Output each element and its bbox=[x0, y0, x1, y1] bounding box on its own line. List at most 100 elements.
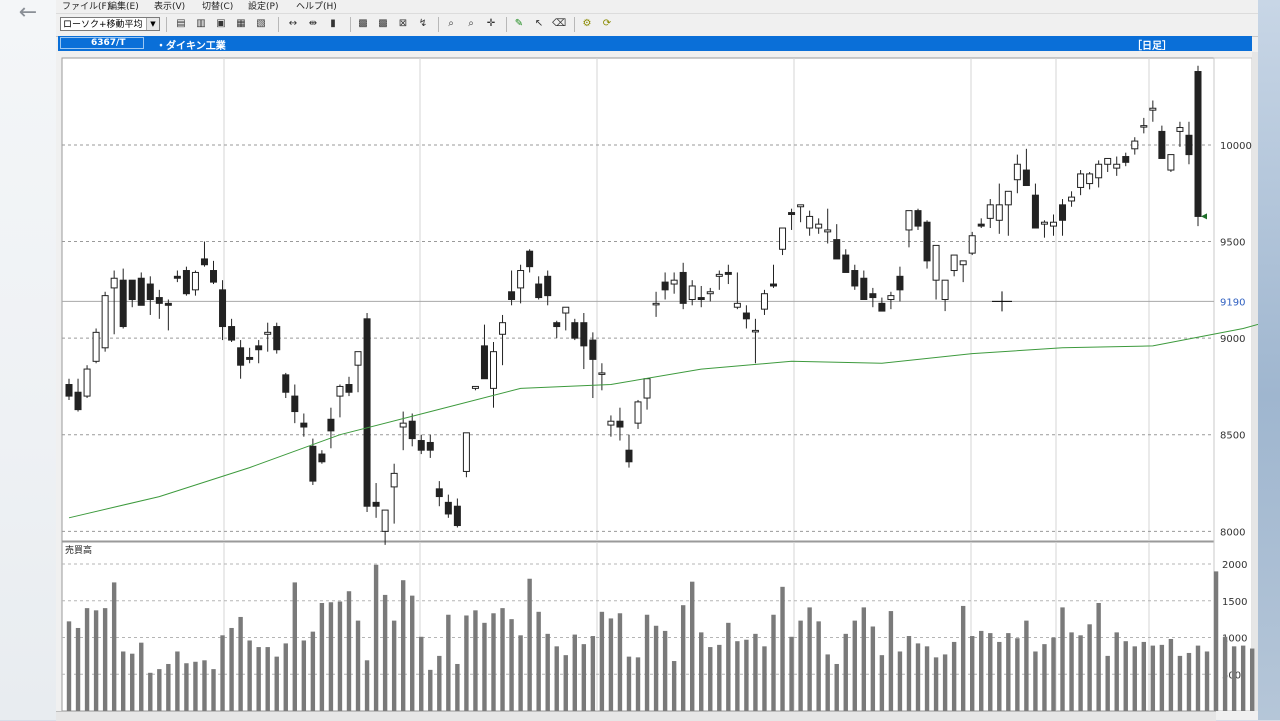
candle-body bbox=[164, 302, 172, 306]
volume-bar bbox=[419, 636, 424, 711]
chart-compare-icon[interactable]: ▥ bbox=[194, 17, 208, 31]
volume-bar bbox=[744, 639, 749, 711]
menu-help[interactable]: ヘルプ(H) bbox=[296, 0, 337, 12]
volume-bar bbox=[1123, 641, 1128, 711]
candle-body bbox=[544, 275, 552, 297]
volume-bar bbox=[373, 564, 379, 711]
menu-settings[interactable]: 設定(P) bbox=[248, 0, 278, 12]
candle-body bbox=[128, 279, 136, 300]
volume-bar bbox=[139, 642, 144, 711]
settings-icon[interactable]: ⚙ bbox=[580, 17, 594, 31]
grid-icon[interactable]: ⊠ bbox=[396, 17, 410, 31]
volume-bar bbox=[888, 611, 894, 711]
volume-bar bbox=[581, 644, 587, 711]
candle-body bbox=[562, 306, 570, 314]
volume-bar bbox=[1051, 637, 1056, 711]
candle-body bbox=[255, 345, 263, 351]
zoom-out-icon[interactable]: ↔ bbox=[286, 17, 300, 31]
volume-bar bbox=[1141, 641, 1147, 711]
volume-bar bbox=[382, 594, 388, 711]
chart-type-select[interactable]: ローソク+移動平均 ▼ bbox=[60, 17, 160, 31]
menu-switch[interactable]: 切替(C) bbox=[202, 0, 233, 12]
candle-body bbox=[607, 420, 615, 426]
trend-icon[interactable]: ↯ bbox=[416, 17, 430, 31]
volume-bar bbox=[554, 646, 559, 711]
bar-chart-icon[interactable]: ▮ bbox=[326, 17, 340, 31]
volume-bar bbox=[1042, 644, 1047, 711]
volume-bar bbox=[102, 608, 108, 711]
eraser-icon[interactable]: ⌫ bbox=[552, 17, 566, 31]
chart-application: ファイル(F) 編集(E) 表示(V) 切替(C) 設定(P) ヘルプ(H) ロ… bbox=[56, 0, 1258, 721]
indicator-2-icon[interactable]: ▩ bbox=[376, 17, 390, 31]
volume-bar bbox=[1222, 636, 1228, 711]
chevron-down-icon[interactable]: ▼ bbox=[146, 18, 159, 30]
chart-window-icon[interactable]: ▤ bbox=[174, 17, 188, 31]
pen-icon[interactable]: ✎ bbox=[512, 17, 526, 31]
candle-body bbox=[715, 273, 723, 277]
volume-bar bbox=[166, 663, 171, 711]
volume-bar bbox=[1015, 638, 1020, 711]
candle-body bbox=[860, 277, 868, 301]
candle-body bbox=[905, 210, 913, 231]
candle-body bbox=[724, 271, 732, 275]
volume-bar bbox=[1195, 645, 1201, 711]
volume-bar bbox=[879, 655, 885, 711]
candle-body bbox=[833, 239, 841, 260]
price-tick-label: 9500 bbox=[1220, 238, 1245, 249]
chart-image-icon[interactable]: ▦ bbox=[234, 17, 248, 31]
desktop-right-strip bbox=[1258, 0, 1280, 720]
chart-print-icon[interactable]: ▧ bbox=[254, 17, 268, 31]
candle-body bbox=[490, 351, 498, 389]
menu-file[interactable]: ファイル(F) bbox=[62, 0, 110, 12]
volume-bar bbox=[130, 653, 135, 711]
indicator-1-icon[interactable]: ▩ bbox=[356, 17, 370, 31]
volume-bar bbox=[1069, 632, 1074, 711]
candle-body bbox=[797, 204, 805, 208]
volume-tick-label: 1500 bbox=[1222, 597, 1247, 608]
volume-bar bbox=[690, 581, 695, 711]
volume-bar bbox=[1060, 607, 1065, 711]
search-icon[interactable]: ⌕ bbox=[444, 17, 458, 31]
candle-body bbox=[426, 441, 434, 451]
volume-bar bbox=[960, 605, 966, 711]
candle-body bbox=[74, 391, 82, 411]
volume-bar bbox=[75, 627, 81, 711]
volume-bar bbox=[680, 605, 686, 711]
volume-bar bbox=[608, 618, 614, 711]
volume-bar bbox=[1114, 632, 1119, 711]
volume-bar bbox=[951, 641, 957, 711]
volume-bar bbox=[364, 660, 370, 711]
zoom-in-icon[interactable]: ⇹ bbox=[306, 17, 320, 31]
stock-chart[interactable]: 1000095009000850080009190売買高200015001000… bbox=[56, 52, 1258, 711]
volume-bar bbox=[256, 647, 261, 711]
candle-body bbox=[760, 293, 768, 310]
toolbar-separator bbox=[438, 17, 439, 32]
candle-body bbox=[571, 322, 579, 339]
chart-add-icon[interactable]: ▣ bbox=[214, 17, 228, 31]
volume-bar bbox=[1204, 651, 1210, 711]
volume-bar bbox=[337, 601, 343, 711]
candle-body bbox=[1095, 163, 1103, 179]
volume-bar bbox=[807, 607, 812, 711]
menu-view[interactable]: 表示(V) bbox=[154, 0, 185, 12]
candle-body bbox=[219, 289, 227, 328]
stock-code[interactable]: 6367/T bbox=[60, 37, 144, 49]
volume-bar bbox=[572, 634, 577, 711]
candle-body bbox=[390, 472, 398, 488]
menu-edit[interactable]: 編集(E) bbox=[108, 0, 139, 12]
crosshair-icon[interactable]: ✛ bbox=[484, 17, 498, 31]
candle bbox=[1194, 65, 1202, 227]
candle-body bbox=[806, 215, 814, 229]
volume-bar bbox=[464, 615, 469, 711]
candle-body bbox=[92, 331, 100, 362]
volume-bar bbox=[563, 655, 568, 711]
period-label[interactable]: ［日足］ bbox=[1132, 37, 1172, 52]
back-arrow-icon[interactable]: ← bbox=[14, 0, 42, 28]
search-detail-icon[interactable]: ⌕ bbox=[464, 17, 478, 31]
candle-body bbox=[1113, 163, 1121, 169]
refresh-icon[interactable]: ⟳ bbox=[600, 17, 614, 31]
volume-bar bbox=[265, 647, 270, 711]
cursor-icon[interactable]: ↖ bbox=[532, 17, 546, 31]
candle-body bbox=[652, 302, 660, 306]
volume-bar bbox=[717, 644, 722, 711]
